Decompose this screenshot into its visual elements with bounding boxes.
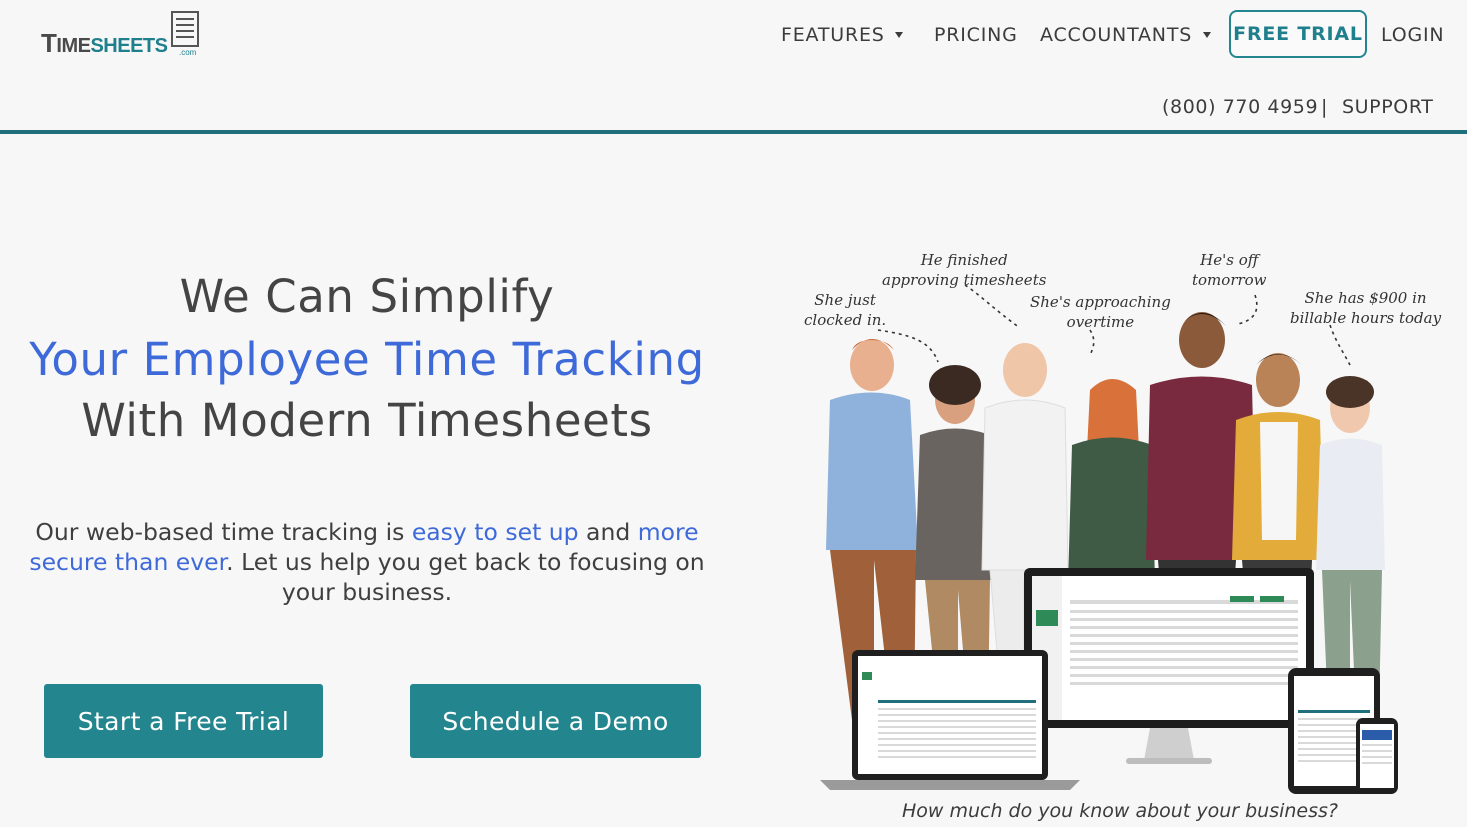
blurb-text-2: and	[578, 518, 638, 546]
blurb-text-1: Our web-based time tracking is	[35, 518, 412, 546]
headline-line-2: Your Employee Time Tracking	[29, 333, 705, 386]
start-free-trial-button[interactable]: Start a Free Trial	[44, 684, 323, 758]
note-clocked-in: She just clocked in.	[804, 291, 887, 329]
nav-login[interactable]: LOGIN	[1381, 24, 1444, 46]
arrow-billable	[1329, 324, 1351, 366]
blurb-highlight-setup: easy to set up	[411, 518, 579, 546]
illustration-caption: How much do you know about your business…	[901, 800, 1338, 822]
note-approving-timesheets: He finished approving timesheets	[882, 251, 1047, 289]
note-off-tomorrow: He's off tomorrow	[1192, 251, 1267, 289]
headline-line-3: With Modern Timesheets	[81, 394, 653, 447]
note-billable-hours: She has $900 in billable hours today	[1290, 289, 1442, 327]
free-trial-button[interactable]: FREE TRIAL	[1229, 10, 1367, 58]
headline-line-1: We Can Simplify	[179, 270, 555, 323]
subnav-separator: |	[1321, 96, 1329, 118]
schedule-demo-button[interactable]: Schedule a Demo	[410, 684, 701, 758]
hero-description: Our web-based time tracking is easy to s…	[0, 517, 734, 607]
nav-features[interactable]: FEATURES	[781, 24, 885, 46]
header-divider	[0, 130, 1467, 134]
nav-accountants[interactable]: ACCOUNTANTS	[1040, 24, 1192, 46]
team-illustration: She just clocked in. He finished approvi…	[790, 240, 1450, 800]
site-header: TIMESHEETS .com FEATURES PRICING ACCOUNT…	[0, 0, 1467, 134]
arrow-overtime	[1089, 329, 1095, 356]
features-dropdown-icon[interactable]	[895, 32, 903, 38]
nav-pricing[interactable]: PRICING	[934, 24, 1018, 46]
nav-support[interactable]: SUPPORT	[1342, 96, 1433, 118]
blurb-text-3: . Let us help you get back to focusing o…	[226, 548, 705, 606]
arrow-off-tomorrow	[1237, 294, 1258, 325]
accountants-dropdown-icon[interactable]	[1203, 32, 1211, 38]
note-approaching-overtime: She's approaching overtime	[1030, 293, 1171, 331]
phone-number[interactable]: (800) 770 4959	[1162, 96, 1318, 118]
main-nav: FEATURES PRICING ACCOUNTANTS FREE TRIAL …	[0, 0, 1467, 70]
arrow-approving	[964, 284, 1021, 329]
